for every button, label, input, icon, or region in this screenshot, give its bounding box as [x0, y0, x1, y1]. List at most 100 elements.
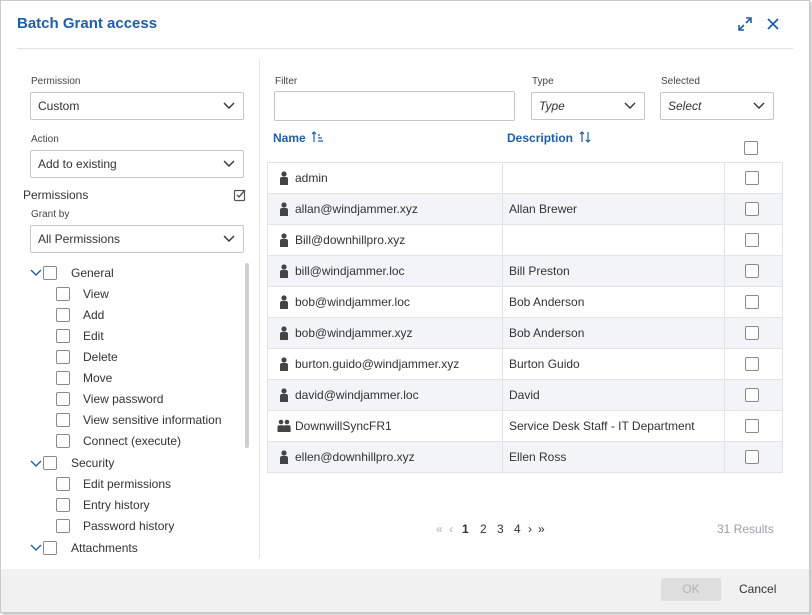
table-row[interactable]: DownwillSyncFR1 Service Desk Staff - IT … [268, 411, 782, 442]
row-checkbox[interactable] [745, 450, 759, 464]
row-description: David [509, 388, 540, 402]
row-name: burton.guido@windjammer.xyz [295, 357, 460, 371]
row-checkbox[interactable] [745, 295, 759, 309]
chevron-down-icon[interactable] [30, 269, 42, 277]
perm-checkbox-edit[interactable] [56, 329, 70, 343]
user-icon [280, 450, 288, 464]
group-checkbox-general[interactable] [43, 266, 57, 280]
row-checkbox[interactable] [745, 419, 759, 433]
row-name: Bill@downhillpro.xyz [295, 233, 406, 247]
row-checkbox[interactable] [745, 264, 759, 278]
row-description: Bob Anderson [509, 295, 585, 309]
row-checkbox[interactable] [745, 202, 759, 216]
row-description: Bob Anderson [509, 326, 585, 340]
chevron-down-icon[interactable] [30, 544, 42, 552]
type-select[interactable]: Type [531, 92, 645, 120]
table-row[interactable]: david@windjammer.loc David [268, 380, 782, 411]
user-icon [280, 295, 288, 309]
tree-item-view-password: View password [83, 392, 164, 406]
action-select[interactable]: Add to existing [30, 150, 244, 178]
row-description: Bill Preston [509, 264, 570, 278]
row-checkbox[interactable] [745, 388, 759, 402]
perm-checkbox-view-password[interactable] [56, 392, 70, 406]
row-checkbox[interactable] [745, 171, 759, 185]
chevron-down-icon [223, 235, 235, 242]
tree-item-view-sensitive: View sensitive information [83, 413, 222, 427]
permissions-heading: Permissions [23, 188, 89, 202]
page-2-button[interactable]: 2 [480, 522, 487, 536]
row-description: Allan Brewer [509, 202, 578, 216]
page-3-button[interactable]: 3 [497, 522, 504, 536]
next-page-button[interactable]: › [528, 522, 532, 536]
table-row[interactable]: ellen@downhillpro.xyz Ellen Ross [268, 442, 782, 473]
batch-grant-dialog: Batch Grant access Permission Custom Act… [0, 0, 810, 613]
row-description: Service Desk Staff - IT Department [509, 419, 695, 433]
row-description: Ellen Ross [509, 450, 567, 464]
chevron-down-icon [223, 160, 235, 167]
user-icon [280, 326, 288, 340]
group-checkbox-attachments[interactable] [43, 541, 57, 555]
selected-select[interactable]: Select [660, 92, 774, 120]
group-checkbox-security[interactable] [43, 456, 57, 470]
row-checkbox[interactable] [745, 233, 759, 247]
first-page-button[interactable]: « [436, 522, 443, 536]
column-header-description-label: Description [507, 131, 574, 145]
table-row[interactable]: bob@windjammer.xyz Bob Anderson [268, 318, 782, 349]
dialog-title: Batch Grant access [17, 15, 158, 32]
row-name: allan@windjammer.xyz [295, 202, 418, 216]
select-all-checkbox[interactable] [744, 141, 758, 155]
select-all-permissions-icon[interactable] [233, 187, 248, 202]
cancel-button[interactable]: Cancel [739, 578, 776, 601]
close-icon[interactable] [765, 16, 781, 32]
table-row[interactable]: bob@windjammer.loc Bob Anderson [268, 287, 782, 318]
user-icon [280, 388, 288, 402]
perm-checkbox-entry-history[interactable] [56, 498, 70, 512]
user-icon [280, 357, 288, 371]
user-icon [280, 264, 288, 278]
grant-by-select[interactable]: All Permissions [30, 225, 244, 253]
ok-button[interactable]: OK [661, 578, 721, 601]
table-row[interactable]: bill@windjammer.loc Bill Preston [268, 256, 782, 287]
results-count: 31 Results [717, 522, 774, 536]
perm-checkbox-edit-permissions[interactable] [56, 477, 70, 491]
page-4-button[interactable]: 4 [514, 522, 521, 536]
last-page-button[interactable]: » [538, 522, 545, 536]
perm-checkbox-delete[interactable] [56, 350, 70, 364]
chevron-down-icon[interactable] [30, 460, 42, 468]
row-name: ellen@downhillpro.xyz [295, 450, 415, 464]
row-checkbox[interactable] [745, 326, 759, 340]
grant-by-label: Grant by [31, 209, 70, 220]
users-table: admin allan@windjammer.xyz Allan Brewer … [267, 162, 783, 473]
tree-item-password-history: Password history [83, 519, 175, 533]
table-row[interactable]: admin [268, 163, 782, 194]
prev-page-button[interactable]: ‹ [449, 522, 453, 536]
tree-item-edit-permissions: Edit permissions [83, 477, 172, 491]
filter-label: Filter [275, 76, 298, 87]
panel-divider [259, 59, 260, 558]
permission-select-value: Custom [38, 99, 80, 113]
perm-checkbox-add[interactable] [56, 308, 70, 322]
chevron-down-icon [223, 102, 235, 109]
action-label: Action [31, 134, 59, 145]
perm-checkbox-connect[interactable] [56, 434, 70, 448]
perm-checkbox-view-sensitive[interactable] [56, 413, 70, 427]
permission-select[interactable]: Custom [30, 92, 244, 120]
tree-item-add: Add [83, 308, 105, 322]
column-header-description[interactable]: Description [507, 131, 591, 145]
table-row[interactable]: burton.guido@windjammer.xyz Burton Guido [268, 349, 782, 380]
column-header-name[interactable]: Name [273, 131, 324, 145]
perm-checkbox-view[interactable] [56, 287, 70, 301]
perm-checkbox-password-history[interactable] [56, 519, 70, 533]
perm-checkbox-move[interactable] [56, 371, 70, 385]
maximize-icon[interactable] [737, 16, 753, 32]
row-checkbox[interactable] [745, 357, 759, 371]
tree-scrollbar[interactable] [245, 263, 249, 448]
table-row[interactable]: Bill@downhillpro.xyz [268, 225, 782, 256]
page-1-button[interactable]: 1 [462, 522, 469, 536]
row-description: Burton Guido [509, 357, 580, 371]
tree-item-edit: Edit [83, 329, 104, 343]
user-icon [280, 233, 288, 247]
filter-input[interactable] [274, 91, 515, 121]
table-row[interactable]: allan@windjammer.xyz Allan Brewer [268, 194, 782, 225]
grant-by-select-value: All Permissions [38, 232, 121, 246]
